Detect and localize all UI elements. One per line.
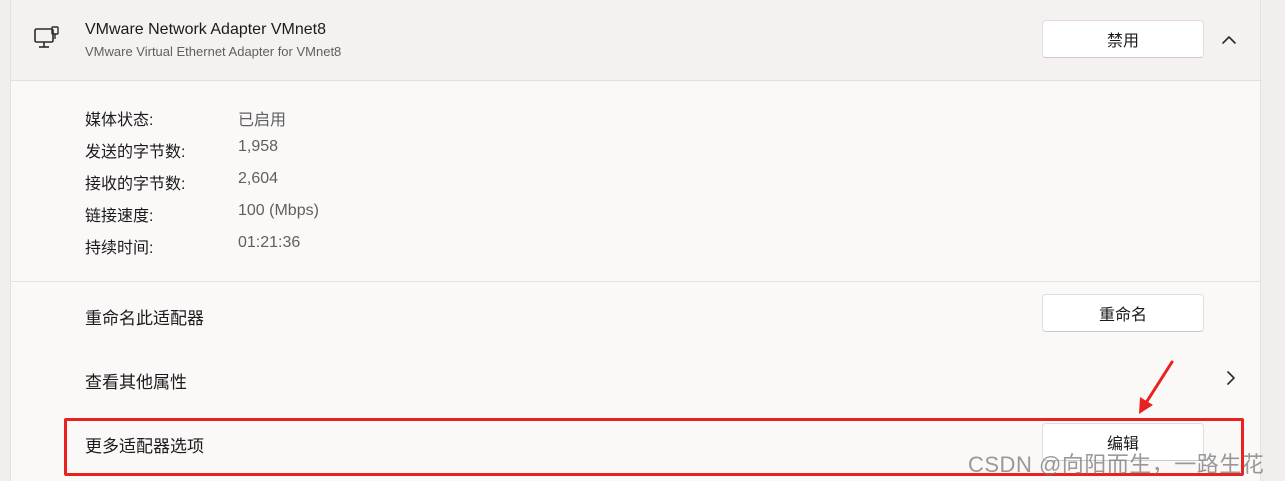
chevron-right-icon[interactable] (1219, 366, 1243, 390)
detail-label-bytes-received: 接收的字节数: (85, 176, 186, 193)
detail-value-media-state: 已启用 (238, 112, 287, 129)
adapter-panel: VMware Network Adapter VMnet8 VMware Vir… (10, 0, 1261, 481)
rename-adapter-row: 重命名此适配器 重命名 (11, 282, 1260, 347)
rename-button[interactable]: 重命名 (1042, 294, 1204, 332)
detail-label-bytes-sent: 发送的字节数: (85, 144, 186, 161)
adapter-name: VMware Network Adapter VMnet8 (85, 21, 326, 38)
rename-adapter-label: 重命名此适配器 (85, 309, 204, 328)
detail-label-media-state: 媒体状态: (85, 112, 154, 129)
detail-value-bytes-sent: 1,958 (238, 138, 279, 155)
adapter-header[interactable]: VMware Network Adapter VMnet8 VMware Vir… (11, 0, 1260, 81)
network-adapter-icon (34, 26, 59, 48)
detail-label-duration: 持续时间: (85, 240, 154, 257)
disable-button[interactable]: 禁用 (1042, 20, 1204, 58)
chevron-up-icon[interactable] (1217, 28, 1241, 52)
more-adapter-options-label: 更多适配器选项 (85, 437, 204, 456)
detail-label-link-speed: 链接速度: (85, 208, 154, 225)
adapter-description: VMware Virtual Ethernet Adapter for VMne… (85, 44, 342, 59)
detail-value-link-speed: 100 (Mbps) (238, 202, 319, 219)
detail-value-bytes-received: 2,604 (238, 170, 279, 187)
adapter-details: 媒体状态: 已启用 发送的字节数: 1,958 接收的字节数: 2,604 链接… (11, 81, 1260, 282)
view-more-properties-label: 查看其他属性 (85, 373, 187, 392)
more-adapter-options-row: 更多适配器选项 编辑 (11, 410, 1260, 481)
detail-value-duration: 01:21:36 (238, 234, 301, 251)
view-more-properties-row[interactable]: 查看其他属性 (11, 346, 1260, 411)
edit-button[interactable]: 编辑 (1042, 423, 1204, 461)
